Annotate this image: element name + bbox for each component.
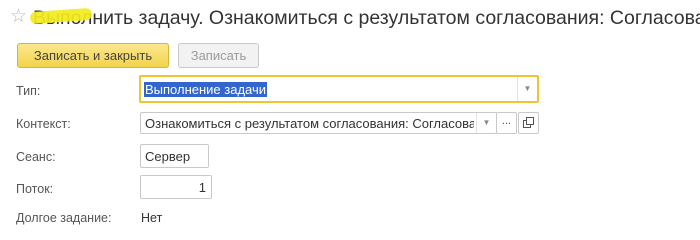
session-value: Сервер — [145, 149, 191, 164]
thread-value: 1 — [198, 180, 206, 195]
context-field[interactable]: Ознакомиться с результатом согласования:… — [140, 112, 497, 134]
open-window-icon[interactable] — [518, 112, 539, 134]
type-field[interactable]: Выполнение задачи ▼ — [139, 75, 539, 103]
save-and-close-button[interactable]: Записать и закрыть — [17, 43, 169, 68]
context-label: Контекст: — [16, 117, 71, 131]
long-task-label: Долгое задание: — [16, 211, 112, 225]
save-button[interactable]: Записать — [178, 43, 259, 68]
window-title: Выполнить задачу. Ознакомиться с результ… — [33, 7, 700, 29]
long-task-value: Нет — [141, 211, 163, 225]
thread-label: Поток: — [16, 182, 54, 196]
thread-field[interactable]: 1 — [140, 175, 212, 199]
title-bar: ☆ Выполнить задачу. Ознакомиться с резул… — [0, 0, 700, 38]
context-value: Ознакомиться с результатом согласования:… — [145, 116, 474, 131]
star-icon[interactable]: ☆ — [10, 6, 27, 28]
type-value: Выполнение задачи — [144, 82, 268, 97]
session-label: Сеанс: — [16, 150, 56, 164]
type-label: Тип: — [16, 84, 41, 98]
task-window: ☆ Выполнить задачу. Ознакомиться с резул… — [0, 0, 700, 232]
session-field[interactable]: Сервер — [140, 144, 209, 168]
chevron-down-icon[interactable]: ▼ — [517, 77, 537, 101]
context-chevron-down-icon[interactable]: ▼ — [476, 113, 496, 133]
context-select-button[interactable]: ... — [496, 112, 517, 134]
